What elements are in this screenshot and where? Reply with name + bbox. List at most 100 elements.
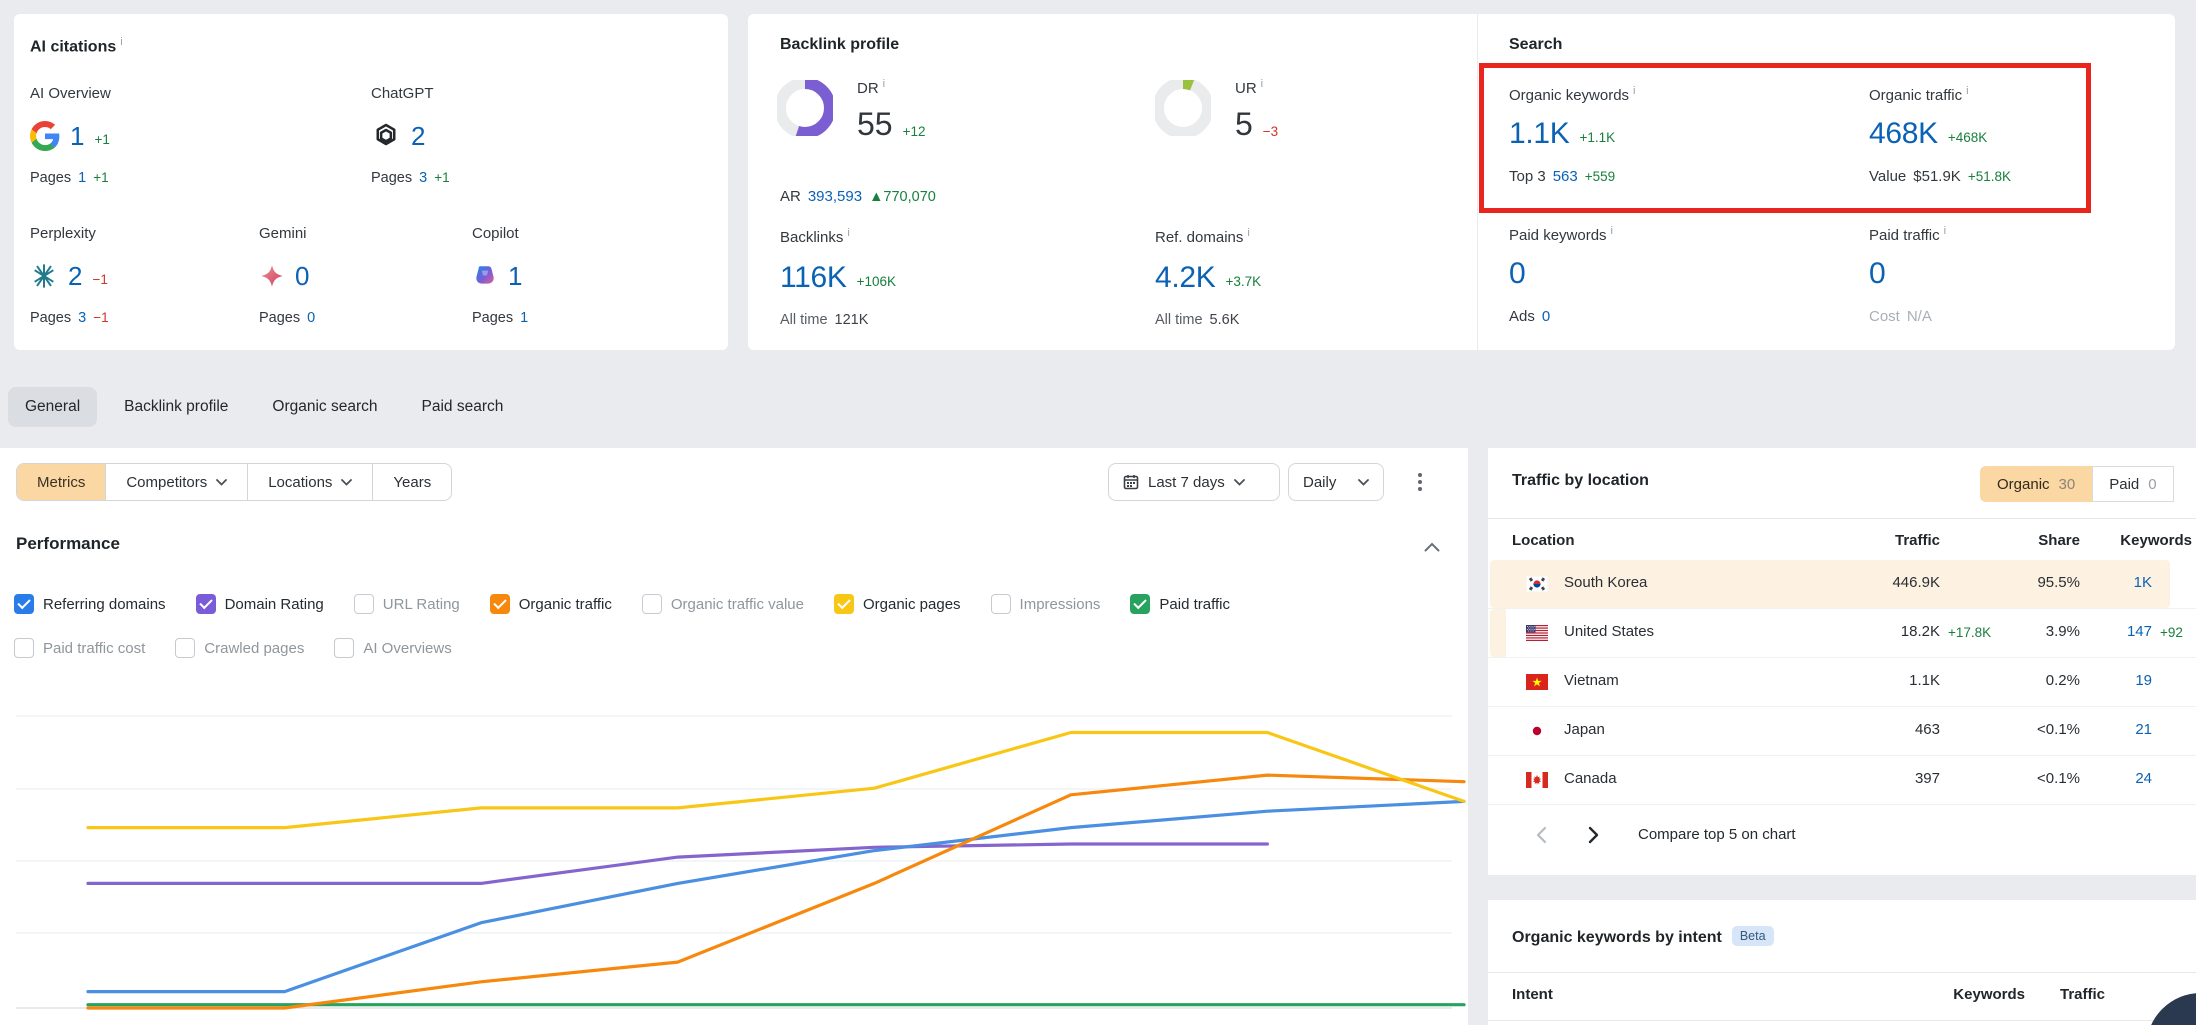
metric-checkbox-crawled-pages[interactable]: Crawled pages: [175, 638, 304, 658]
keywords-link[interactable]: 24: [2135, 770, 2152, 787]
ai-citations-card: AI citationsi AI Overview 1 +1 Pages1+1 …: [14, 14, 728, 350]
info-icon[interactable]: i: [1944, 225, 1946, 237]
chatgpt-count[interactable]: 2: [411, 121, 425, 152]
compare-top5-link[interactable]: Compare top 5 on chart: [1638, 826, 1796, 843]
tab-paid-search[interactable]: Paid search: [405, 387, 521, 427]
metric-checkbox-organic-traffic-value[interactable]: Organic traffic value: [642, 594, 804, 614]
metric-checkbox-organic-pages[interactable]: Organic pages: [834, 594, 961, 614]
backlinks-value[interactable]: 116K: [780, 261, 847, 295]
metric-checkbox-impressions[interactable]: Impressions: [991, 594, 1101, 614]
date-range-button[interactable]: Last 7 days: [1108, 463, 1280, 501]
checkbox-icon: [490, 594, 510, 614]
search-section: Search Organic keywordsi 1.1K +1.1K Top …: [1477, 14, 2175, 350]
organic-traffic-delta: +468K: [1948, 130, 1987, 145]
backlinks-alltime: All time121K: [780, 312, 1110, 328]
granularity-button[interactable]: Daily: [1288, 463, 1384, 501]
info-icon[interactable]: i: [120, 36, 122, 48]
column-header-intent: Intent: [1512, 986, 1553, 1003]
backlink-profile-title: Backlink profile: [780, 36, 899, 54]
ur-delta: −3: [1263, 124, 1278, 139]
info-icon[interactable]: i: [883, 78, 885, 90]
checkbox-icon: [354, 594, 374, 614]
info-icon[interactable]: i: [1247, 227, 1249, 239]
segment-metrics[interactable]: Metrics: [17, 464, 105, 500]
toggle-paid[interactable]: Paid0: [2092, 466, 2173, 502]
location-row-united-states[interactable]: United States 18.2K +17.8K 3.9% 147 +92: [1488, 609, 2196, 658]
metric-checkbox-domain-rating[interactable]: Domain Rating: [196, 594, 324, 614]
performance-line-chart[interactable]: [0, 680, 1468, 1025]
beta-badge: Beta: [1732, 926, 1774, 946]
paid-traffic-value[interactable]: 0: [1869, 257, 1885, 291]
location-row-japan[interactable]: Japan 463 <0.1% 21: [1488, 707, 2196, 756]
chatgpt-block: ChatGPT 2 Pages3+1: [371, 85, 701, 186]
info-icon[interactable]: i: [1966, 85, 1968, 97]
info-icon[interactable]: i: [1261, 78, 1263, 90]
segment-competitors[interactable]: Competitors: [105, 464, 247, 500]
location-row-vietnam[interactable]: Vietnam 1.1K 0.2% 19: [1488, 658, 2196, 707]
chevron-down-icon: [1358, 479, 1369, 486]
paid-traffic-block: Paid traffici 0 CostN/A: [1869, 225, 2196, 325]
metric-checkbox-referring-domains[interactable]: Referring domains: [14, 594, 166, 614]
ref-domains-block: Ref. domainsi 4.2K +3.7K All time5.6K: [1155, 227, 1485, 328]
prev-page-icon[interactable]: [1526, 820, 1556, 850]
keywords-link[interactable]: 1K: [2134, 574, 2152, 591]
location-row-canada[interactable]: Canada 397 <0.1% 24: [1488, 756, 2196, 805]
dr-value: 55: [857, 106, 893, 143]
backlink-search-card: Backlink profile DRi 55 +12 AR 393,593 ▲…: [748, 14, 2175, 350]
checkbox-icon: [196, 594, 216, 614]
metric-checkbox-url-rating[interactable]: URL Rating: [354, 594, 460, 614]
gemini-count[interactable]: 0: [295, 261, 309, 292]
performance-panel: Metrics Competitors Locations Years Last…: [0, 448, 1468, 1025]
organic-traffic-block: Organic traffici 468K +468K Value$51.9K+…: [1869, 85, 2196, 185]
ai-overview-block: AI Overview 1 +1 Pages1+1: [30, 85, 360, 186]
ref-domains-value[interactable]: 4.2K: [1155, 261, 1216, 295]
organic-paid-toggle: Organic30 Paid0: [1980, 466, 2174, 502]
performance-title: Performance: [16, 534, 120, 554]
organic-keywords-value[interactable]: 1.1K: [1509, 117, 1570, 151]
perplexity-count[interactable]: 2: [68, 261, 82, 292]
kebab-menu-icon[interactable]: [1406, 465, 1434, 499]
chatgpt-pages: Pages3+1: [371, 170, 701, 186]
calendar-icon: [1123, 474, 1139, 490]
info-icon[interactable]: i: [1633, 85, 1635, 97]
tab-general[interactable]: General: [8, 387, 97, 427]
keywords-link[interactable]: 19: [2135, 672, 2152, 689]
metric-checkbox-organic-traffic[interactable]: Organic traffic: [490, 594, 612, 614]
location-row-south-korea[interactable]: South Korea 446.9K 95.5% 1K: [1488, 560, 2196, 609]
ai-overview-count[interactable]: 1: [70, 121, 84, 152]
collapse-chevron-icon[interactable]: [1424, 542, 1440, 552]
checkbox-icon: [14, 594, 34, 614]
dr-label: DRi: [857, 78, 885, 97]
copilot-block: Copilot 1 Pages1: [472, 225, 672, 326]
info-icon[interactable]: i: [1611, 225, 1613, 237]
next-page-icon[interactable]: [1578, 820, 1608, 850]
checkbox-icon: [334, 638, 354, 658]
copilot-count[interactable]: 1: [508, 261, 522, 292]
series-line-referring-domains: [88, 801, 1464, 991]
organic-traffic-value[interactable]: 468K: [1869, 117, 1938, 151]
ref-domains-delta: +3.7K: [1226, 274, 1262, 289]
tab-backlink-profile[interactable]: Backlink profile: [107, 387, 245, 427]
perplexity-block: Perplexity 2 −1 Pages3−1: [30, 225, 240, 326]
traffic-by-location-panel: Traffic by location Organic30 Paid0 Loca…: [1488, 448, 2196, 875]
report-tabbar: General Backlink profile Organic search …: [8, 385, 520, 429]
checkbox-icon: [1130, 594, 1150, 614]
info-icon[interactable]: i: [847, 227, 849, 239]
keywords-link[interactable]: 147: [2127, 623, 2152, 640]
metric-checkbox-paid-traffic-cost[interactable]: Paid traffic cost: [14, 638, 145, 658]
segment-years[interactable]: Years: [372, 464, 451, 500]
row-highlight-notch: [1490, 609, 1506, 657]
series-line-organic-traffic: [88, 775, 1464, 1008]
keywords-link[interactable]: 21: [2135, 721, 2152, 738]
segment-locations[interactable]: Locations: [247, 464, 372, 500]
paid-keywords-value[interactable]: 0: [1509, 257, 1525, 291]
flag-canada-icon: [1526, 772, 1548, 788]
metric-checkbox-paid-traffic[interactable]: Paid traffic: [1130, 594, 1230, 614]
metric-checkbox-ai-overviews[interactable]: AI Overviews: [334, 638, 451, 658]
chatgpt-icon: [371, 121, 401, 151]
column-header-location: Location: [1512, 532, 1575, 549]
toggle-organic[interactable]: Organic30: [1980, 466, 2092, 502]
perplexity-delta: −1: [92, 272, 107, 287]
backlinks-block: Backlinksi 116K +106K All time121K: [780, 227, 1110, 328]
tab-organic-search[interactable]: Organic search: [255, 387, 394, 427]
